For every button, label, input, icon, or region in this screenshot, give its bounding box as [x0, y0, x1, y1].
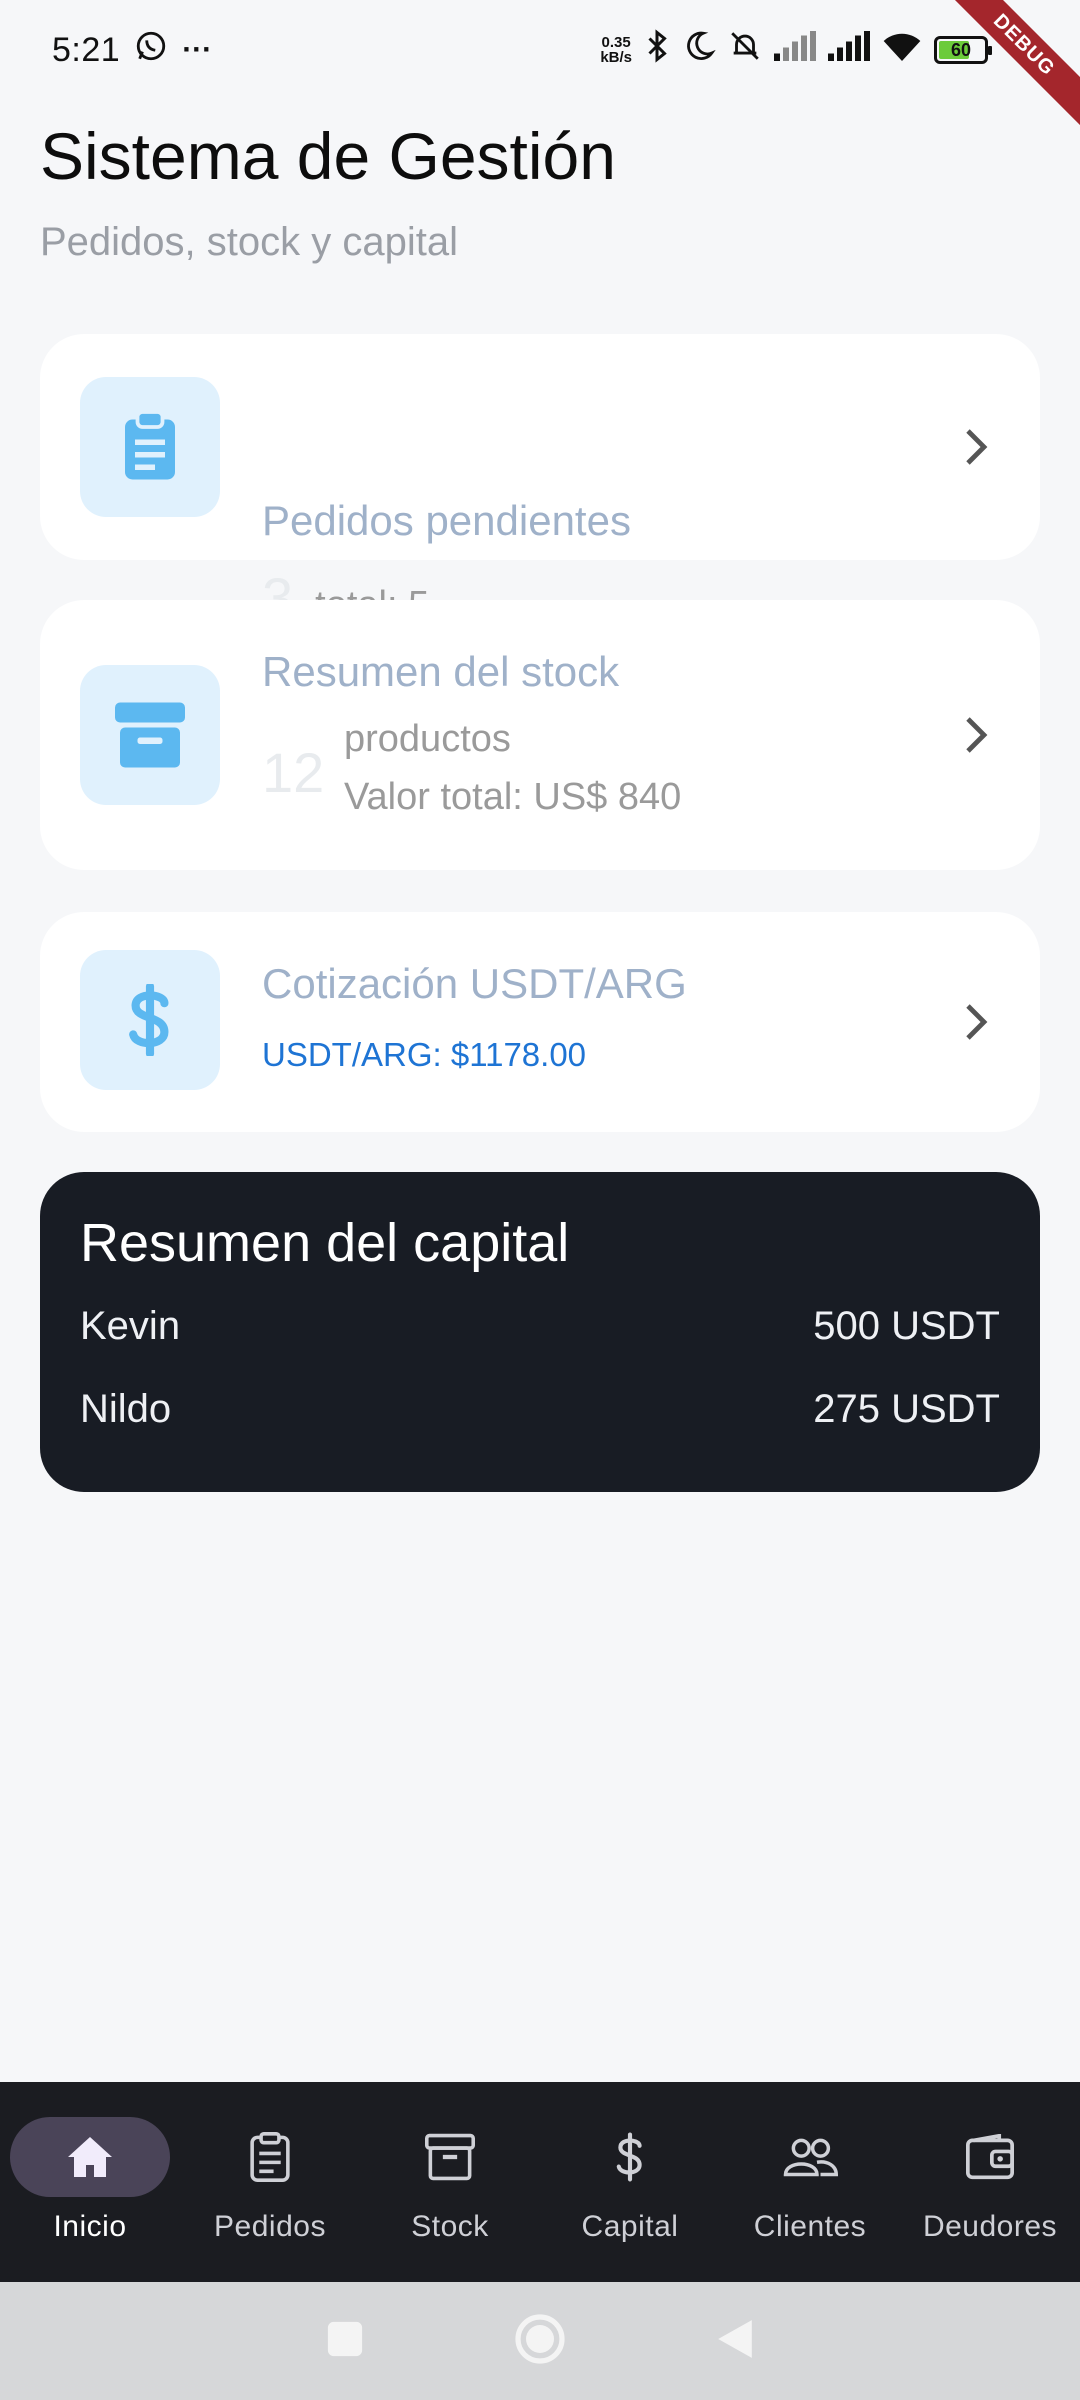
- wifi-icon: [882, 30, 922, 71]
- chevron-right-icon: [964, 715, 988, 760]
- page-title: Sistema de Gestión: [40, 119, 616, 193]
- archive-box-icon: [370, 2117, 530, 2197]
- whatsapp-icon: [134, 29, 168, 72]
- people-icon: [730, 2117, 890, 2197]
- home-button[interactable]: [514, 2313, 566, 2370]
- exchange-rate-value: USDT/ARG: $1178.00: [262, 1036, 587, 1073]
- more-notifications-icon: ···: [182, 33, 213, 66]
- nav-label: Pedidos: [214, 2210, 326, 2243]
- chevron-right-icon: [964, 427, 988, 472]
- home-icon: [10, 2117, 170, 2197]
- nav-item-inicio[interactable]: Inicio: [0, 2082, 180, 2282]
- stock-products-label: productos: [344, 718, 511, 760]
- nav-label: Deudores: [922, 2210, 1058, 2243]
- pending-orders-title: Pedidos pendientes: [262, 497, 631, 544]
- page-subtitle: Pedidos, stock y capital: [40, 220, 458, 264]
- nav-item-deudores[interactable]: Deudores: [900, 2082, 1080, 2282]
- exchange-rate-title: Cotización USDT/ARG: [262, 960, 687, 1007]
- capital-row: Kevin 500 USDT: [80, 1304, 1000, 1349]
- dollar-icon: [80, 950, 220, 1090]
- capital-owner: Kevin: [80, 1304, 181, 1348]
- nav-label: Inicio: [53, 2210, 127, 2243]
- back-button[interactable]: [716, 2318, 754, 2365]
- dollar-icon: [550, 2117, 710, 2197]
- battery-indicator: 60: [934, 36, 992, 64]
- mute-bell-icon: [728, 29, 762, 72]
- capital-amount: 500 USDT: [813, 1304, 1000, 1348]
- pending-orders-card[interactable]: Pedidos pendientes 3 total: 5: [40, 334, 1040, 629]
- stock-summary-title: Resumen del stock: [262, 648, 620, 695]
- signal-weak-icon: [774, 30, 816, 70]
- moon-icon: [682, 29, 716, 72]
- chevron-right-icon: [964, 1002, 988, 1047]
- nav-item-clientes[interactable]: Clientes: [720, 2082, 900, 2282]
- capital-summary-title: Resumen del capital: [80, 1213, 570, 1273]
- nav-item-stock[interactable]: Stock: [360, 2082, 540, 2282]
- stock-total-value: Valor total: US$ 840: [344, 776, 682, 818]
- network-speed: 0.35 kB/s: [600, 34, 632, 66]
- status-time: 5:21: [52, 30, 121, 69]
- wallet-icon: [910, 2117, 1070, 2197]
- nav-label: Stock: [411, 2210, 489, 2243]
- system-navigation-bar: [0, 2282, 1080, 2400]
- status-bar: 5:21 ··· 0.35 kB/s 60 DEBUG: [0, 0, 1080, 128]
- nav-item-capital[interactable]: Capital: [540, 2082, 720, 2282]
- nav-item-pedidos[interactable]: Pedidos: [180, 2082, 360, 2282]
- bottom-navigation: Inicio Pedidos Stock Capital Clientes De…: [0, 2082, 1080, 2282]
- capital-row: Nildo 275 USDT: [80, 1387, 1000, 1432]
- clipboard-icon: [80, 377, 220, 517]
- capital-amount: 275 USDT: [813, 1387, 1000, 1431]
- stock-summary-card[interactable]: Resumen del stock 12 productos Valor tot…: [40, 600, 1040, 870]
- clipboard-icon: [190, 2117, 350, 2197]
- nav-label: Clientes: [753, 2210, 867, 2243]
- exchange-rate-card[interactable]: Cotización USDT/ARG USDT/ARG: $1178.00: [40, 912, 1040, 1132]
- archive-box-icon: [80, 665, 220, 805]
- signal-icon: [828, 30, 870, 70]
- stock-product-count: 12: [262, 741, 325, 804]
- bluetooth-icon: [644, 28, 670, 73]
- capital-summary-card: Resumen del capital Kevin 500 USDT Nildo…: [40, 1172, 1040, 1492]
- recent-apps-button[interactable]: [326, 2320, 364, 2363]
- nav-label: Capital: [581, 2210, 679, 2243]
- capital-owner: Nildo: [80, 1387, 172, 1431]
